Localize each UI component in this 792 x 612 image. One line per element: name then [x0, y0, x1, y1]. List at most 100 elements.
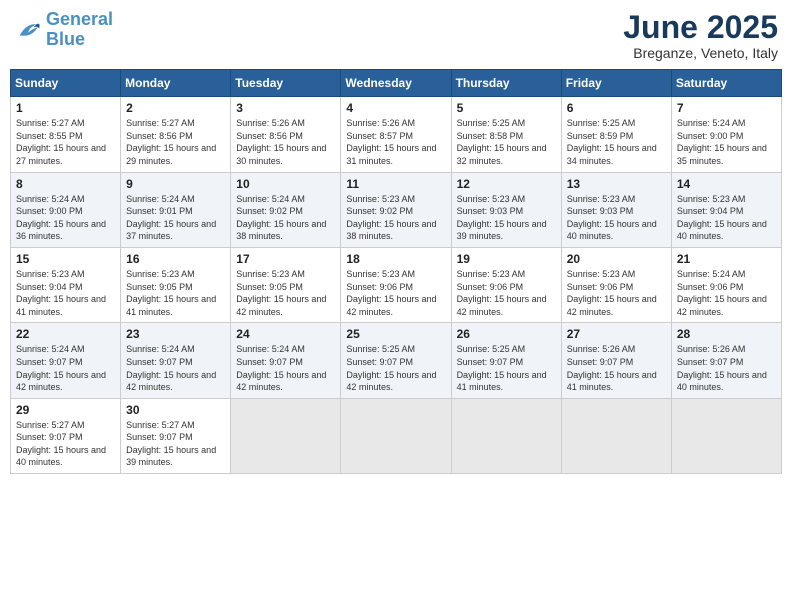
day-info: Sunrise: 5:25 AM Sunset: 8:59 PM Dayligh… [567, 117, 666, 167]
logo: General Blue [14, 10, 113, 50]
col-thursday: Thursday [451, 70, 561, 97]
day-number: 6 [567, 101, 666, 115]
day-info: Sunrise: 5:26 AM Sunset: 9:07 PM Dayligh… [567, 343, 666, 393]
day-info: Sunrise: 5:27 AM Sunset: 9:07 PM Dayligh… [126, 419, 225, 469]
day-number: 11 [346, 177, 445, 191]
day-info: Sunrise: 5:23 AM Sunset: 9:04 PM Dayligh… [677, 193, 776, 243]
logo-icon [14, 16, 42, 44]
table-row: 27 Sunrise: 5:26 AM Sunset: 9:07 PM Dayl… [561, 323, 671, 398]
col-sunday: Sunday [11, 70, 121, 97]
day-info: Sunrise: 5:24 AM Sunset: 9:01 PM Dayligh… [126, 193, 225, 243]
calendar-table: Sunday Monday Tuesday Wednesday Thursday… [10, 69, 782, 474]
table-row: 15 Sunrise: 5:23 AM Sunset: 9:04 PM Dayl… [11, 247, 121, 322]
day-number: 4 [346, 101, 445, 115]
day-number: 13 [567, 177, 666, 191]
day-number: 26 [457, 327, 556, 341]
location: Breganze, Veneto, Italy [623, 45, 778, 61]
day-number: 19 [457, 252, 556, 266]
table-row: 22 Sunrise: 5:24 AM Sunset: 9:07 PM Dayl… [11, 323, 121, 398]
table-row: 24 Sunrise: 5:24 AM Sunset: 9:07 PM Dayl… [231, 323, 341, 398]
day-number: 22 [16, 327, 115, 341]
table-row: 21 Sunrise: 5:24 AM Sunset: 9:06 PM Dayl… [671, 247, 781, 322]
table-row: 30 Sunrise: 5:27 AM Sunset: 9:07 PM Dayl… [121, 398, 231, 473]
day-info: Sunrise: 5:23 AM Sunset: 9:05 PM Dayligh… [126, 268, 225, 318]
table-row: 28 Sunrise: 5:26 AM Sunset: 9:07 PM Dayl… [671, 323, 781, 398]
day-info: Sunrise: 5:24 AM Sunset: 9:00 PM Dayligh… [16, 193, 115, 243]
table-row: 10 Sunrise: 5:24 AM Sunset: 9:02 PM Dayl… [231, 172, 341, 247]
col-tuesday: Tuesday [231, 70, 341, 97]
day-number: 23 [126, 327, 225, 341]
day-info: Sunrise: 5:24 AM Sunset: 9:07 PM Dayligh… [236, 343, 335, 393]
col-saturday: Saturday [671, 70, 781, 97]
day-info: Sunrise: 5:23 AM Sunset: 9:06 PM Dayligh… [346, 268, 445, 318]
logo-text: General [46, 10, 113, 30]
day-number: 12 [457, 177, 556, 191]
calendar-row: 1 Sunrise: 5:27 AM Sunset: 8:55 PM Dayli… [11, 97, 782, 172]
day-info: Sunrise: 5:26 AM Sunset: 8:57 PM Dayligh… [346, 117, 445, 167]
table-row: 7 Sunrise: 5:24 AM Sunset: 9:00 PM Dayli… [671, 97, 781, 172]
calendar-header-row: Sunday Monday Tuesday Wednesday Thursday… [11, 70, 782, 97]
day-info: Sunrise: 5:24 AM Sunset: 9:07 PM Dayligh… [126, 343, 225, 393]
day-number: 7 [677, 101, 776, 115]
page-header: General Blue June 2025 Breganze, Veneto,… [10, 10, 782, 61]
calendar-row: 29 Sunrise: 5:27 AM Sunset: 9:07 PM Dayl… [11, 398, 782, 473]
month-title: June 2025 [623, 10, 778, 45]
table-row: 25 Sunrise: 5:25 AM Sunset: 9:07 PM Dayl… [341, 323, 451, 398]
col-wednesday: Wednesday [341, 70, 451, 97]
day-number: 8 [16, 177, 115, 191]
col-monday: Monday [121, 70, 231, 97]
day-number: 9 [126, 177, 225, 191]
day-info: Sunrise: 5:24 AM Sunset: 9:00 PM Dayligh… [677, 117, 776, 167]
calendar-row: 8 Sunrise: 5:24 AM Sunset: 9:00 PM Dayli… [11, 172, 782, 247]
empty-cell [561, 398, 671, 473]
table-row: 17 Sunrise: 5:23 AM Sunset: 9:05 PM Dayl… [231, 247, 341, 322]
empty-cell [451, 398, 561, 473]
day-number: 25 [346, 327, 445, 341]
empty-cell [341, 398, 451, 473]
day-info: Sunrise: 5:23 AM Sunset: 9:03 PM Dayligh… [567, 193, 666, 243]
day-info: Sunrise: 5:23 AM Sunset: 9:04 PM Dayligh… [16, 268, 115, 318]
table-row: 14 Sunrise: 5:23 AM Sunset: 9:04 PM Dayl… [671, 172, 781, 247]
day-info: Sunrise: 5:25 AM Sunset: 8:58 PM Dayligh… [457, 117, 556, 167]
day-number: 14 [677, 177, 776, 191]
logo-text2: Blue [46, 30, 113, 50]
table-row: 13 Sunrise: 5:23 AM Sunset: 9:03 PM Dayl… [561, 172, 671, 247]
day-info: Sunrise: 5:24 AM Sunset: 9:07 PM Dayligh… [16, 343, 115, 393]
day-info: Sunrise: 5:23 AM Sunset: 9:06 PM Dayligh… [567, 268, 666, 318]
day-info: Sunrise: 5:25 AM Sunset: 9:07 PM Dayligh… [346, 343, 445, 393]
col-friday: Friday [561, 70, 671, 97]
day-info: Sunrise: 5:27 AM Sunset: 8:55 PM Dayligh… [16, 117, 115, 167]
table-row: 26 Sunrise: 5:25 AM Sunset: 9:07 PM Dayl… [451, 323, 561, 398]
day-info: Sunrise: 5:23 AM Sunset: 9:06 PM Dayligh… [457, 268, 556, 318]
day-number: 3 [236, 101, 335, 115]
day-number: 20 [567, 252, 666, 266]
table-row: 19 Sunrise: 5:23 AM Sunset: 9:06 PM Dayl… [451, 247, 561, 322]
day-info: Sunrise: 5:27 AM Sunset: 8:56 PM Dayligh… [126, 117, 225, 167]
table-row: 5 Sunrise: 5:25 AM Sunset: 8:58 PM Dayli… [451, 97, 561, 172]
day-number: 5 [457, 101, 556, 115]
day-number: 1 [16, 101, 115, 115]
table-row: 20 Sunrise: 5:23 AM Sunset: 9:06 PM Dayl… [561, 247, 671, 322]
table-row: 11 Sunrise: 5:23 AM Sunset: 9:02 PM Dayl… [341, 172, 451, 247]
day-info: Sunrise: 5:24 AM Sunset: 9:02 PM Dayligh… [236, 193, 335, 243]
day-number: 10 [236, 177, 335, 191]
day-info: Sunrise: 5:23 AM Sunset: 9:05 PM Dayligh… [236, 268, 335, 318]
day-info: Sunrise: 5:23 AM Sunset: 9:02 PM Dayligh… [346, 193, 445, 243]
day-info: Sunrise: 5:23 AM Sunset: 9:03 PM Dayligh… [457, 193, 556, 243]
day-info: Sunrise: 5:26 AM Sunset: 8:56 PM Dayligh… [236, 117, 335, 167]
day-number: 16 [126, 252, 225, 266]
day-number: 18 [346, 252, 445, 266]
table-row: 4 Sunrise: 5:26 AM Sunset: 8:57 PM Dayli… [341, 97, 451, 172]
table-row: 3 Sunrise: 5:26 AM Sunset: 8:56 PM Dayli… [231, 97, 341, 172]
day-number: 15 [16, 252, 115, 266]
day-number: 27 [567, 327, 666, 341]
empty-cell [671, 398, 781, 473]
table-row: 23 Sunrise: 5:24 AM Sunset: 9:07 PM Dayl… [121, 323, 231, 398]
day-number: 28 [677, 327, 776, 341]
calendar-row: 22 Sunrise: 5:24 AM Sunset: 9:07 PM Dayl… [11, 323, 782, 398]
table-row: 8 Sunrise: 5:24 AM Sunset: 9:00 PM Dayli… [11, 172, 121, 247]
title-area: June 2025 Breganze, Veneto, Italy [623, 10, 778, 61]
table-row: 1 Sunrise: 5:27 AM Sunset: 8:55 PM Dayli… [11, 97, 121, 172]
table-row: 29 Sunrise: 5:27 AM Sunset: 9:07 PM Dayl… [11, 398, 121, 473]
day-number: 17 [236, 252, 335, 266]
